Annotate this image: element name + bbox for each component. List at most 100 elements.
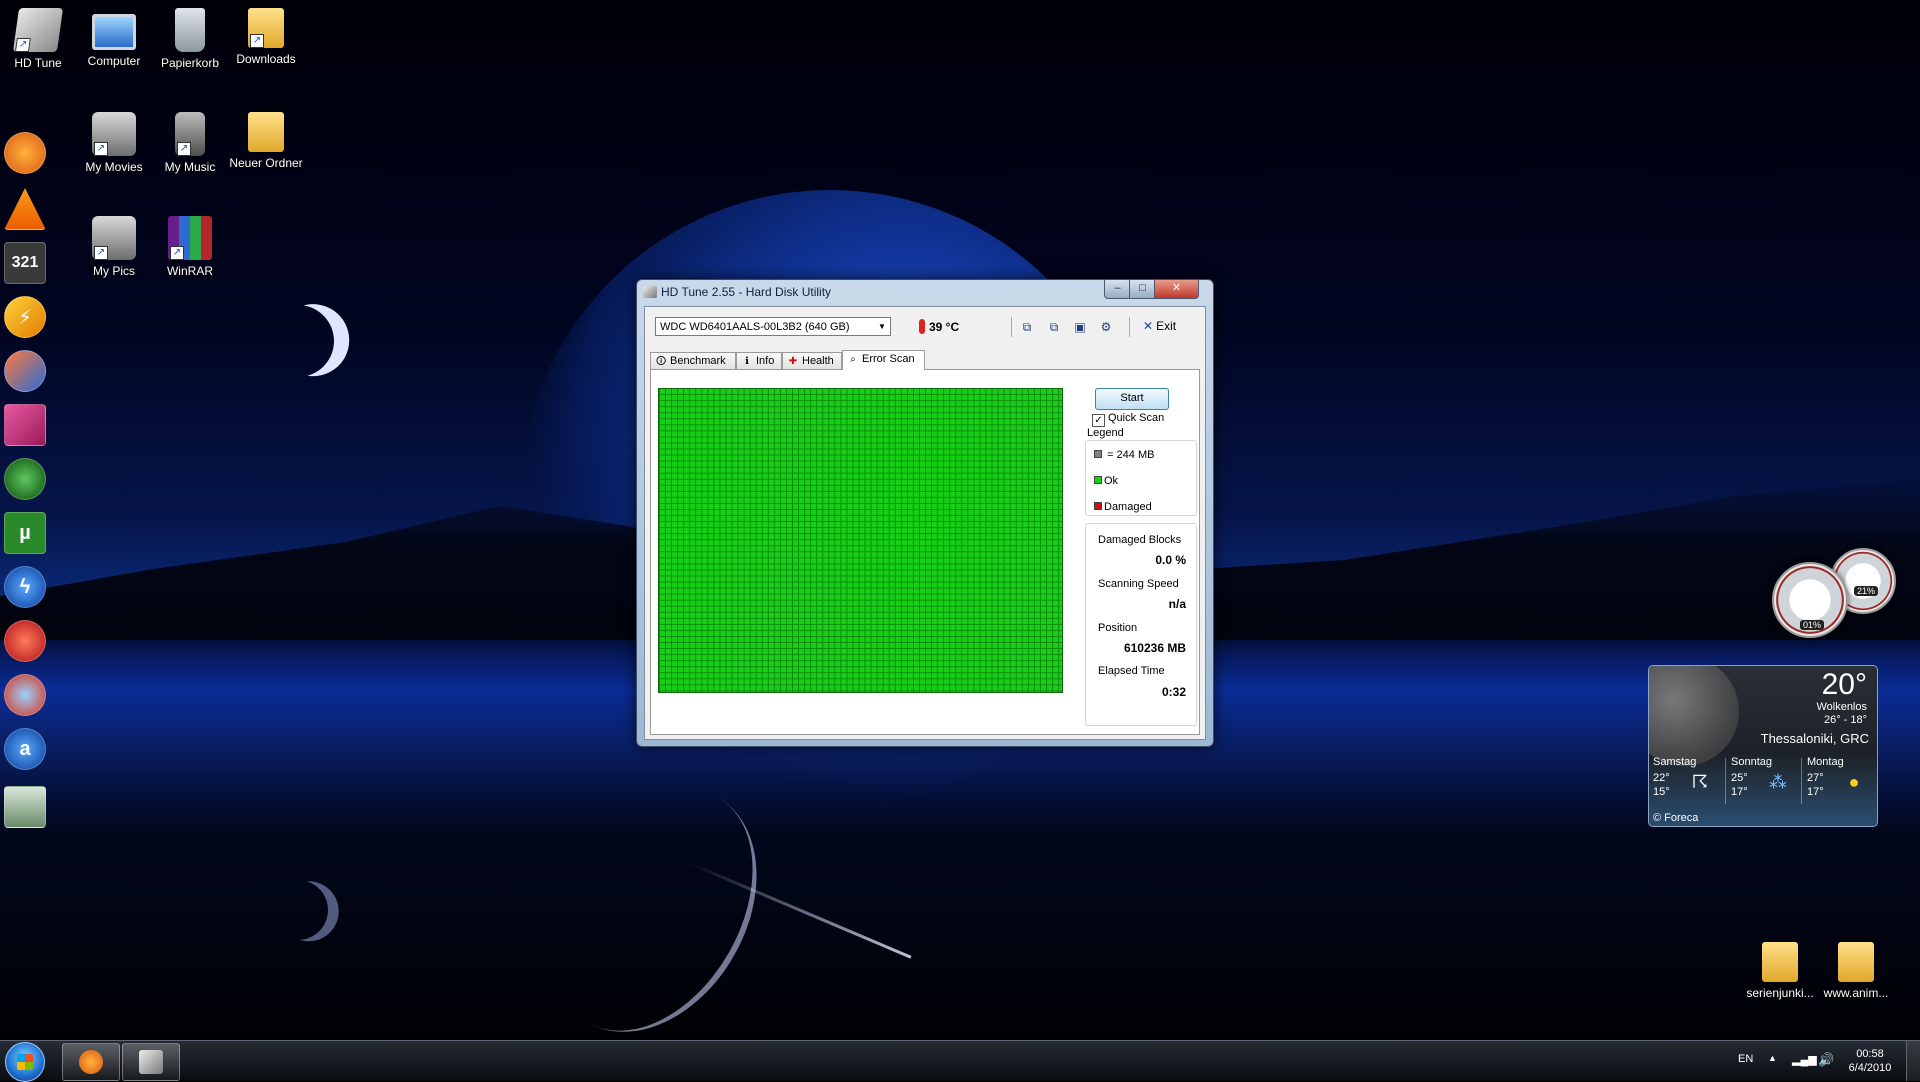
exit-label: Exit: [1156, 319, 1177, 333]
amazon-icon[interactable]: a: [4, 728, 46, 770]
desktop-icon-www-anim[interactable]: www.anim...: [1816, 942, 1896, 1000]
desktop-icon-computer[interactable]: Computer: [74, 8, 154, 68]
show-hidden-icons[interactable]: ▲: [1768, 1053, 1777, 1063]
desktop-icon-recycle-bin[interactable]: Papierkorb: [150, 8, 230, 70]
damaged-blocks-label: Damaged Blocks: [1098, 534, 1182, 546]
position-value: 610236 MB: [1123, 641, 1186, 655]
cpu-gauge-value: 01%: [1800, 620, 1825, 630]
drive-select-value: WDC WD6401AALS-00L3B2 (640 GB): [660, 321, 850, 333]
chevron-down-icon: ▼: [878, 322, 886, 331]
minimize-button[interactable]: –: [1104, 280, 1131, 299]
network-icon[interactable]: ▂▄▆: [1792, 1053, 1817, 1066]
winamp-icon[interactable]: ⚡: [4, 296, 46, 338]
desktop-icon-hd-tune[interactable]: ↗ HD Tune: [0, 8, 78, 70]
burner-icon[interactable]: [4, 620, 46, 662]
legend-swatch: [1094, 476, 1102, 484]
folder-icon: [1838, 942, 1874, 982]
firefox-icon: [79, 1050, 103, 1074]
start-button[interactable]: Start: [1095, 388, 1169, 410]
options-icon[interactable]: ⚙: [1098, 319, 1114, 335]
desktop-icon-winrar[interactable]: ↗ WinRAR: [150, 216, 230, 278]
check-icon: ✓: [1092, 414, 1105, 427]
close-button[interactable]: ✕: [1154, 280, 1199, 299]
forecast-separator: [1725, 758, 1726, 804]
clock-date: 6/4/2010: [1848, 1062, 1892, 1074]
tab-info[interactable]: ℹ Info: [736, 352, 782, 369]
tab-benchmark[interactable]: 🛈 Benchmark: [650, 352, 736, 369]
computer-icon: [92, 14, 136, 50]
quick-scan-checkbox[interactable]: ✓ Quick Scan: [1092, 412, 1164, 427]
tool-icon[interactable]: [4, 350, 46, 392]
copy-screenshot-icon[interactable]: ⧉: [1046, 319, 1062, 335]
magnifier-icon: ⌕: [850, 354, 856, 365]
thunderstorm-icon: ☈: [1691, 772, 1709, 792]
desktop-icon-label: My Pics: [93, 264, 135, 278]
legend-swatch: [1094, 450, 1102, 458]
desktop-icon-label: Neuer Ordner: [229, 156, 303, 170]
save-icon[interactable]: ▣: [1072, 319, 1088, 335]
drive-select[interactable]: WDC WD6401AALS-00L3B2 (640 GB) ▼: [655, 317, 891, 336]
desktop-icon-serienjunkies[interactable]: serienjunki...: [1740, 942, 1820, 1000]
desktop-icon-label: serienjunki...: [1746, 986, 1814, 1000]
desktop-icon-label: My Movies: [85, 160, 143, 174]
desktop-icon-my-pics[interactable]: ↗ My Pics: [74, 216, 154, 278]
window-title: HD Tune 2.55 - Hard Disk Utility: [661, 285, 832, 299]
legend-swatch: [1094, 502, 1102, 510]
start-button[interactable]: [5, 1042, 45, 1082]
legend-box: = 244 MB Ok Damaged: [1085, 440, 1197, 516]
taskbar-firefox[interactable]: [62, 1043, 120, 1081]
desktop-icon-label: My Music: [164, 160, 216, 174]
desktop-icon-my-movies[interactable]: ↗ My Movies: [74, 112, 154, 174]
elapsed-time-label: Elapsed Time: [1098, 665, 1165, 677]
memory-gauge-value: 21%: [1854, 586, 1879, 596]
desktop-icon-downloads[interactable]: ↗ Downloads: [226, 8, 306, 66]
taskbar-hd-tune[interactable]: [122, 1043, 180, 1081]
weather-gadget[interactable]: 20° Wolkenlos 26° - 18° Thessaloniki, GR…: [1648, 665, 1878, 827]
show-desktop-button[interactable]: [1906, 1041, 1920, 1081]
folder-icon: [248, 112, 284, 152]
forecast-day: Samstag 22° 15° ☈: [1649, 754, 1725, 809]
lightning-icon[interactable]: ϟ: [4, 566, 46, 608]
pen-icon[interactable]: [4, 404, 46, 446]
firefox-icon[interactable]: [4, 132, 46, 174]
benchmark-icon: 🛈: [656, 356, 667, 367]
desktop-icon-neuer-ordner[interactable]: Neuer Ordner: [226, 112, 306, 170]
weather-temperature: 20°: [1821, 668, 1867, 701]
forecast-day: Sonntag 25° 17° ⁂: [1727, 754, 1803, 809]
desktop-icon-label: Downloads: [236, 52, 296, 66]
exit-icon: ✕: [1143, 319, 1154, 333]
weather-range: 26° - 18°: [1823, 714, 1867, 726]
wallpaper-moon: [252, 295, 344, 387]
damaged-blocks-value: 0.0 %: [1155, 553, 1186, 567]
browser-icon[interactable]: [4, 674, 46, 716]
moon-icon: [1649, 666, 1739, 766]
volume-icon[interactable]: 🔊: [1818, 1052, 1834, 1068]
exit-button[interactable]: ✕ Exit: [1143, 319, 1176, 333]
clock-time: 00:58: [1856, 1048, 1884, 1060]
globe-icon[interactable]: [4, 458, 46, 500]
toolbar-separator: [1011, 317, 1012, 337]
scan-stats-box: Damaged Blocks 0.0 % Scanning Speed n/a …: [1085, 523, 1197, 726]
desktop-icon-label: Computer: [87, 54, 141, 68]
utorrent-icon[interactable]: µ: [4, 512, 46, 554]
weather-forecast: Samstag 22° 15° ☈ Sonntag 25° 17° ⁂ Mont…: [1649, 754, 1877, 809]
desktop-icon-my-music[interactable]: ↗ My Music: [150, 112, 230, 174]
maximize-button[interactable]: □: [1129, 280, 1156, 299]
clock[interactable]: 00:58 6/4/2010: [1842, 1047, 1898, 1075]
tab-error-scan[interactable]: ⌕ Error Scan: [842, 350, 925, 370]
tab-health[interactable]: ✚ Health: [782, 352, 842, 369]
desktop-icon-label: HD Tune: [14, 56, 62, 70]
folder-icon: [1762, 942, 1798, 982]
camera-icon: ↗: [92, 216, 136, 260]
language-indicator[interactable]: EN: [1738, 1053, 1753, 1065]
windows-logo-icon: [17, 1054, 33, 1070]
scanning-speed-value: n/a: [1168, 597, 1186, 611]
layers-icon[interactable]: [4, 786, 46, 828]
music-player-icon: ↗: [175, 112, 205, 156]
desktop-icon-label: Papierkorb: [160, 56, 220, 70]
media-player-icon[interactable]: 321: [4, 242, 46, 284]
elapsed-time-value: 0:32: [1161, 685, 1186, 699]
hd-tune-icon: ↗: [12, 8, 64, 52]
copy-text-icon[interactable]: ⧉: [1019, 319, 1035, 335]
hd-tune-window[interactable]: HD Tune 2.55 - Hard Disk Utility – □ ✕ W…: [636, 279, 1214, 747]
